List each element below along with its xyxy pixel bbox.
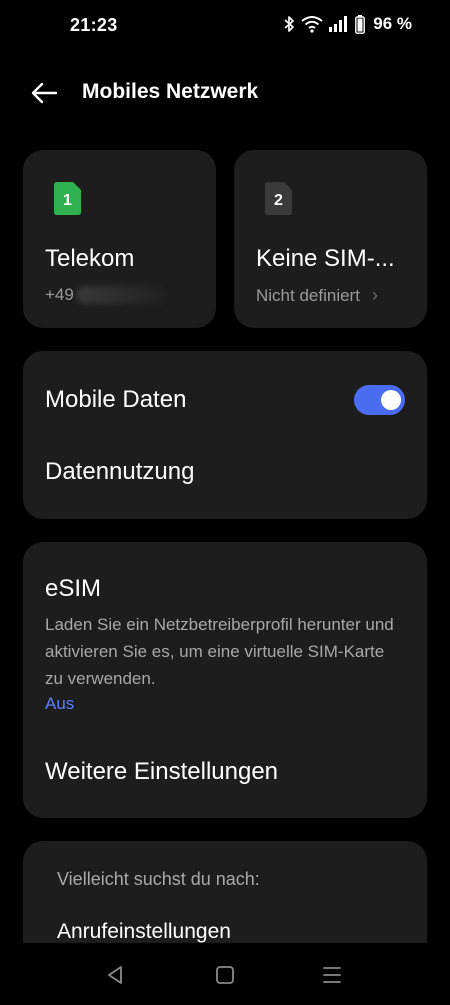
sim-2-slot: 2 bbox=[274, 192, 283, 209]
nav-recents-button[interactable] bbox=[320, 963, 344, 987]
suggestion-item-call-settings[interactable]: Anrufeinstellungen bbox=[57, 920, 231, 944]
status-bar: 21:23 96 % bbox=[0, 0, 450, 52]
sim-2-status-row: Nicht definiert › bbox=[256, 285, 378, 306]
sim-1-number-row: +49 bbox=[45, 285, 166, 305]
status-icons: 96 % bbox=[283, 14, 412, 34]
suggestions-heading: Vielleicht suchst du nach: bbox=[57, 869, 260, 889]
sim-2-name: Keine SIM-... bbox=[256, 245, 395, 272]
esim-card: eSIM Laden Sie ein Netzbetreiberprofil h… bbox=[23, 542, 427, 818]
mobile-data-card: Mobile Daten Datennutzung bbox=[23, 351, 427, 519]
battery-icon bbox=[355, 14, 366, 34]
nav-back-button[interactable] bbox=[104, 963, 128, 987]
sim-1-number: +49 bbox=[45, 285, 74, 304]
wifi-icon bbox=[301, 16, 323, 33]
sim-2-status: Nicht definiert bbox=[256, 285, 360, 305]
sim-2-icon: 2 bbox=[265, 182, 292, 215]
esim-status: Aus bbox=[45, 694, 75, 713]
nav-home-button[interactable] bbox=[213, 963, 237, 987]
sim-1-name: Telekom bbox=[45, 245, 135, 272]
arrow-left-icon bbox=[31, 82, 58, 104]
sim-card-1[interactable]: 1 Telekom +49 bbox=[23, 150, 216, 328]
page-title: Mobiles Netzwerk bbox=[82, 80, 259, 103]
data-usage-item[interactable]: Datennutzung bbox=[45, 458, 194, 486]
mobile-data-toggle[interactable] bbox=[354, 385, 405, 415]
esim-title: eSIM bbox=[45, 575, 102, 602]
home-square-icon bbox=[216, 966, 234, 984]
signal-icon bbox=[329, 16, 348, 32]
battery-percentage: 96 % bbox=[373, 14, 412, 33]
back-button[interactable] bbox=[30, 78, 62, 108]
redacted-number bbox=[75, 286, 166, 304]
more-settings-item[interactable]: Weitere Einstellungen bbox=[45, 758, 278, 786]
back-triangle-icon bbox=[108, 966, 122, 984]
status-time: 21:23 bbox=[70, 15, 118, 35]
navigation-bar bbox=[0, 943, 450, 1005]
sim-card-2[interactable]: 2 Keine SIM-... Nicht definiert › bbox=[234, 150, 427, 328]
toggle-knob bbox=[381, 390, 401, 410]
sim-1-slot: 1 bbox=[63, 192, 72, 209]
mobile-data-label: Mobile Daten bbox=[45, 386, 187, 413]
chevron-right-icon: › bbox=[371, 285, 378, 305]
bluetooth-icon bbox=[284, 16, 295, 32]
menu-lines-icon bbox=[323, 967, 341, 983]
sim-1-icon: 1 bbox=[54, 182, 81, 215]
app-header: Mobiles Netzwerk bbox=[0, 70, 450, 116]
esim-description: Laden Sie ein Netzbetreiberprofil herunt… bbox=[45, 615, 394, 688]
